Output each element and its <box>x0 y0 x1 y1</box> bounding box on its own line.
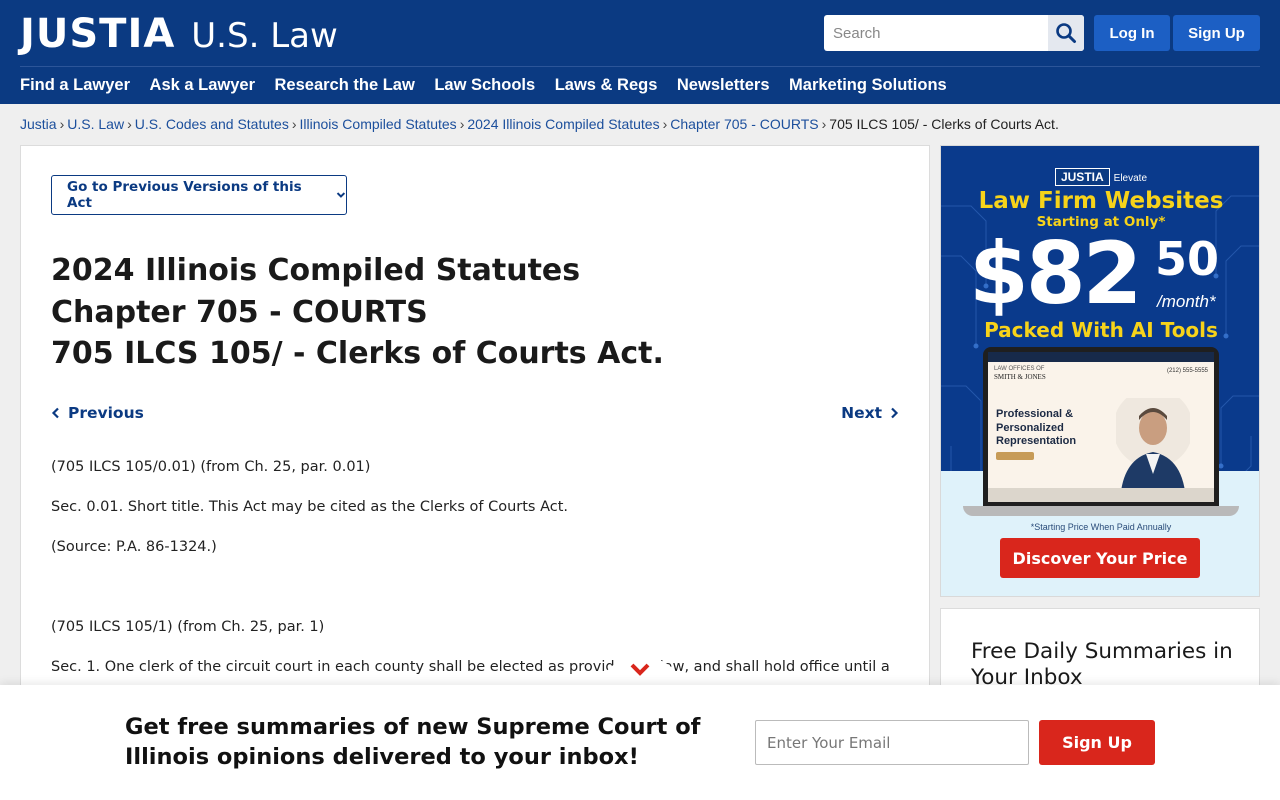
page-title-line: 705 ILCS 105/ - Clerks of Courts Act. <box>51 336 664 371</box>
search-icon <box>1056 23 1076 43</box>
signup-button[interactable]: Sign Up <box>1173 15 1260 51</box>
chevron-right-icon <box>891 407 899 419</box>
breadcrumb-current: 705 ILCS 105/ - Clerks of Courts Act. <box>829 116 1059 132</box>
next-link[interactable]: Next <box>841 404 899 422</box>
search-button[interactable] <box>1048 15 1084 51</box>
justia-elevate-ad[interactable]: JUSTIA Elevate Law Firm Websites Starting… <box>940 145 1260 597</box>
logo-main-text: JUSTIA <box>20 11 176 57</box>
nav-item-marketing-solutions[interactable]: Marketing Solutions <box>789 76 947 95</box>
previous-link[interactable]: Previous <box>51 404 144 422</box>
ad-price: $82 <box>969 224 1143 324</box>
summaries-title: Free Daily Summaries in Your Inbox <box>971 639 1233 691</box>
breadcrumb: Justia › U.S. Law › U.S. Codes and Statutes ›… <box>20 116 1059 132</box>
breadcrumb-link[interactable]: Chapter 705 - COURTS <box>670 116 818 132</box>
page-title: 2024 Illinois Compiled Statutes Chapter … <box>51 250 664 375</box>
mockup-footer-bar <box>988 488 1214 502</box>
mockup-firm-small: LAW OFFICES OF <box>994 366 1045 372</box>
attorney-photo-icon <box>1116 398 1190 502</box>
ad-price-cents: 50 <box>1155 232 1220 286</box>
ad-brand: JUSTIA Elevate <box>941 168 1259 186</box>
statute-source: (Source: P.A. 86-1324.) <box>51 539 217 555</box>
statute-citation: (705 ILCS 105/0.01) (from Ch. 25, par. 0… <box>51 459 371 475</box>
banner-signup-button[interactable]: Sign Up <box>1039 720 1155 765</box>
site-header: JUSTIA U.S. Law Log In Sign Up Find a La… <box>0 0 1280 104</box>
statute-section-text: Sec. 1. One clerk of the circuit court i… <box>51 659 890 675</box>
nav-divider <box>20 66 1260 67</box>
ad-tagline: Packed With AI Tools <box>984 318 1218 342</box>
mockup-headline-line: Personalized <box>996 421 1064 434</box>
discover-price-button[interactable]: Discover Your Price <box>1000 538 1200 578</box>
nav-item-research-the-law[interactable]: Research the Law <box>275 76 415 95</box>
search-input[interactable] <box>824 16 1046 50</box>
nav-item-law-schools[interactable]: Law Schools <box>434 76 535 95</box>
ad-headline: Law Firm Websites <box>978 188 1224 214</box>
banner-message-line: Illinois opinions delivered to your inbo… <box>125 744 639 770</box>
breadcrumb-link[interactable]: Justia <box>20 116 57 132</box>
nav-item-ask-a-lawyer[interactable]: Ask a Lawyer <box>150 76 255 95</box>
nav-item-laws-regs[interactable]: Laws & Regs <box>555 76 658 95</box>
ad-brand-sub: Elevate <box>1113 173 1148 184</box>
chevron-down-icon[interactable] <box>629 661 651 677</box>
chevron-left-icon <box>51 407 59 419</box>
login-button[interactable]: Log In <box>1094 15 1170 51</box>
statute-content-card: Go to Previous Versions of this Act 2024… <box>20 145 930 705</box>
ad-brand-logo: JUSTIA <box>1054 168 1110 186</box>
breadcrumb-link[interactable]: U.S. Codes and Statutes <box>135 116 289 132</box>
nav-item-find-a-lawyer[interactable]: Find a Lawyer <box>20 76 130 95</box>
banner-message: Get free summaries of new Supreme Court … <box>125 712 700 772</box>
statute-section-text: Sec. 0.01. Short title. This Act may be … <box>51 499 568 515</box>
mockup-nav-bar <box>988 352 1214 362</box>
mockup-headline: Professional & Personalized Representati… <box>996 408 1076 449</box>
breadcrumb-link[interactable]: 2024 Illinois Compiled Statutes <box>467 116 659 132</box>
next-label: Next <box>841 404 882 422</box>
summaries-title-line: Free Daily Summaries in <box>971 639 1233 664</box>
mockup-firm-name: SMITH & JONES <box>994 373 1046 381</box>
laptop-screen: LAW OFFICES OF SMITH & JONES (212) 555-5… <box>988 352 1214 502</box>
breadcrumb-separator: › <box>291 116 297 132</box>
previous-versions-dropdown[interactable]: Go to Previous Versions of this Act <box>51 175 347 215</box>
statute-citation: (705 ILCS 105/1) (from Ch. 25, par. 1) <box>51 619 325 635</box>
ad-footnote: *Starting Price When Paid Annually <box>1030 522 1172 532</box>
breadcrumb-separator: › <box>127 116 132 132</box>
justia-logo[interactable]: JUSTIA U.S. Law <box>20 11 338 57</box>
breadcrumb-separator: › <box>821 116 827 132</box>
nav-item-newsletters[interactable]: Newsletters <box>677 76 770 95</box>
logo-sub-text: U.S. Law <box>191 16 338 56</box>
mockup-headline-line: Representation <box>996 435 1077 447</box>
chevron-down-icon <box>336 192 346 198</box>
breadcrumb-separator: › <box>459 116 465 132</box>
previous-versions-label: Go to Previous Versions of this Act <box>67 179 302 211</box>
ad-per-month: /month* <box>1157 292 1216 311</box>
page-title-line: Chapter 705 - COURTS <box>51 294 428 330</box>
previous-label: Previous <box>68 404 144 422</box>
search-box <box>824 15 1084 51</box>
breadcrumb-link[interactable]: U.S. Law <box>67 116 124 132</box>
breadcrumb-separator: › <box>662 116 668 132</box>
banner-message-line: Get free summaries of new Supreme Court … <box>125 714 701 740</box>
mockup-phone: (212) 555-5555 <box>1166 368 1208 374</box>
main-nav: Find a Lawyer Ask a Lawyer Research the … <box>20 76 966 95</box>
breadcrumb-separator: › <box>59 116 65 132</box>
laptop-mockup: LAW OFFICES OF SMITH & JONES (212) 555-5… <box>983 347 1219 507</box>
mockup-contact-button <box>996 452 1034 460</box>
page-title-line: 2024 Illinois Compiled Statutes <box>51 253 581 288</box>
laptop-base <box>963 506 1239 516</box>
mockup-headline-line: Professional & <box>996 408 1074 420</box>
breadcrumb-link[interactable]: Illinois Compiled Statutes <box>300 116 457 132</box>
email-input[interactable] <box>755 720 1029 765</box>
